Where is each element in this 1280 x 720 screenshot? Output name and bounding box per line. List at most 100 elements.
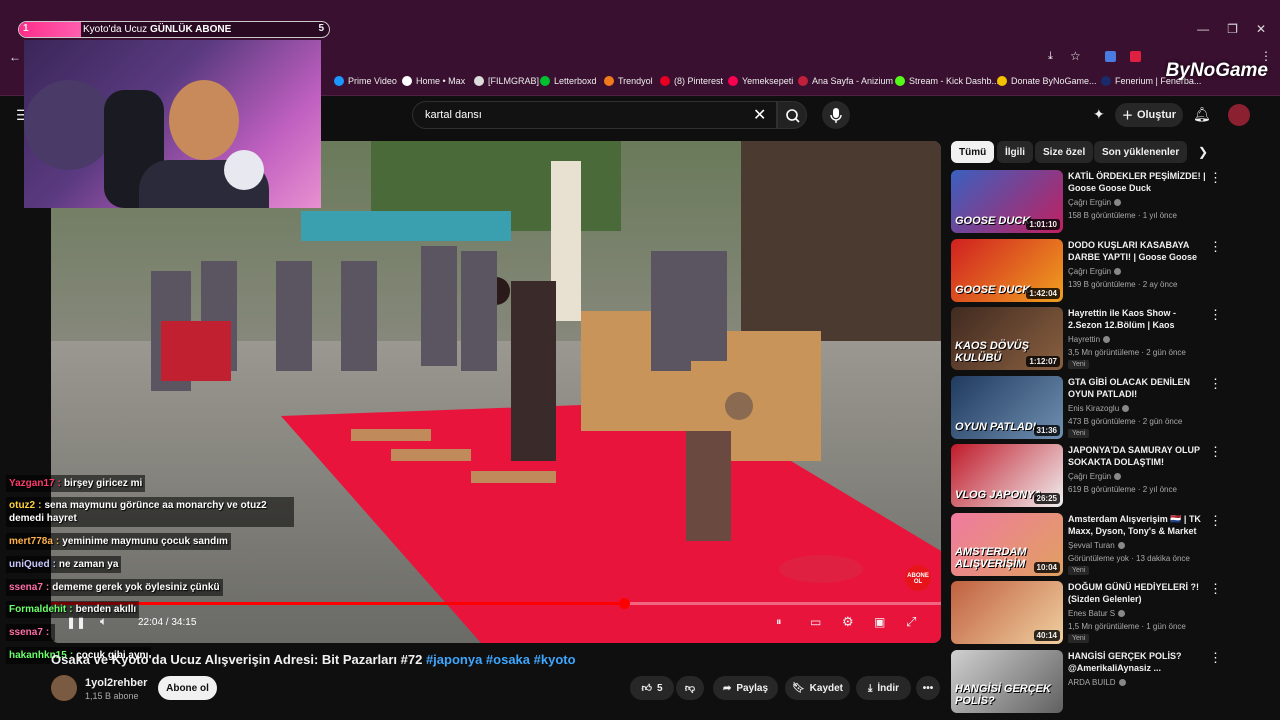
bookmark-item[interactable]: [FILMGRAB] xyxy=(474,76,539,86)
create-button[interactable]: ＋ Oluştur xyxy=(1115,103,1183,127)
bookmark-item[interactable]: Stream - Kick Dashb... xyxy=(895,76,999,86)
video-thumbnail[interactable]: GOOSE DUCK 1:01:10 xyxy=(951,170,1063,233)
like-count: 5 xyxy=(656,682,663,694)
recommendation-title[interactable]: DODO KUŞLARI KASABAYA DARBE YAPTI! | Goo… xyxy=(1068,239,1206,263)
thumbnail-caption: GOOSE DUCK xyxy=(955,283,1031,296)
chip-for-you[interactable]: Size özel xyxy=(1035,141,1094,163)
subscribe-watermark[interactable]: ABONE OL xyxy=(905,565,931,591)
bookmark-icon: 🔖︎ xyxy=(791,682,805,694)
recommendation-channel[interactable]: ARDA BUILD xyxy=(1068,678,1126,687)
back-arrow-icon[interactable]: ← xyxy=(9,50,21,64)
voice-search-button[interactable] xyxy=(822,101,850,129)
recommendation-channel[interactable]: Enis Kirazoglu xyxy=(1068,404,1130,413)
maximize-button[interactable]: ❐ xyxy=(1227,22,1238,38)
subtitles-icon[interactable]: ▭ xyxy=(810,615,821,629)
more-options-icon[interactable]: ⋮ xyxy=(1209,376,1222,392)
recommendation-card[interactable]: 40:14 DOĞUM GÜNÜ HEDİYELERİ ?! (Sizden Ge… xyxy=(951,581,1251,647)
account-avatar[interactable] xyxy=(1228,104,1250,126)
notifications-bell-icon[interactable]: 🔔︎ xyxy=(1193,106,1211,123)
autoplay-toggle-icon[interactable]: ⏸︎ xyxy=(776,616,782,629)
search-button[interactable] xyxy=(777,101,807,129)
recommendation-title[interactable]: GTA GİBİ OLACAK DENİLEN OYUN PATLADI! TÜ… xyxy=(1068,376,1206,400)
recommendation-channel[interactable]: Çağrı Ergün xyxy=(1068,267,1122,276)
save-button[interactable]: 🔖︎ Kaydet xyxy=(785,676,850,700)
chevron-right-icon[interactable]: ❯ xyxy=(1198,145,1208,159)
chat-message: ssena7: xyxy=(6,624,56,641)
bookmark-item[interactable]: Home • Max xyxy=(402,76,465,86)
install-icon[interactable]: ⤓ xyxy=(1048,50,1053,63)
extension-icon[interactable] xyxy=(1130,51,1141,62)
chip-all[interactable]: Tümü xyxy=(951,141,995,163)
bookmark-item[interactable]: Ana Sayfa - Anizium xyxy=(798,76,893,86)
channel-avatar[interactable] xyxy=(51,675,77,701)
recommendation-title[interactable]: HANGİSİ GERÇEK POLİS? @AmerikaliAynasiz … xyxy=(1068,650,1206,674)
recommendation-card[interactable]: HANGİSİ GERÇEK POLİS? HANGİSİ GERÇEK POLİ… xyxy=(951,649,1251,716)
more-options-icon[interactable]: ⋮ xyxy=(1209,650,1222,666)
recommendation-channel[interactable]: Çağrı Ergün xyxy=(1068,198,1122,207)
dislike-button[interactable]: 👎︎ xyxy=(676,676,704,700)
minimize-button[interactable]: — xyxy=(1197,22,1209,38)
recommendation-channel[interactable]: Hayrettin xyxy=(1068,335,1111,344)
chip-recent[interactable]: Son yüklenenler xyxy=(1094,141,1188,163)
recommendation-channel[interactable]: Çağrı Ergün xyxy=(1068,472,1122,481)
recommendation-title[interactable]: JAPONYA'DA SAMURAY OLUP SOKAKTA DOLAŞTIM… xyxy=(1068,444,1206,468)
bookmark-item[interactable]: Donate ByNoGame... xyxy=(997,76,1097,86)
more-options-icon[interactable]: ⋮ xyxy=(1209,239,1222,255)
more-actions-button[interactable]: ••• xyxy=(916,676,940,700)
bookmark-favicon-icon xyxy=(604,76,614,86)
window-controls: — ❐ ✕ xyxy=(1197,22,1280,38)
recommendation-title[interactable]: KATİL ÖRDEKLER PEŞİMİZDE! | Goose Goose … xyxy=(1068,170,1206,194)
fullscreen-icon[interactable]: ⤢ xyxy=(906,614,916,630)
share-label: Paylaş xyxy=(736,682,769,694)
video-thumbnail[interactable]: AMSTERDAM ALIŞVERİŞİM 10:04 xyxy=(951,512,1063,576)
bookmark-favicon-icon xyxy=(540,76,550,86)
bookmark-item[interactable]: Yemeksepeti xyxy=(728,76,793,86)
more-options-icon[interactable]: ⋮ xyxy=(1209,307,1222,323)
search-box[interactable]: kartal dansı ✕ xyxy=(412,101,777,129)
recommendation-card[interactable]: KAOS DÖVÜŞ KULÜBÜ 1:12:07 Hayrettin ile Ka… xyxy=(951,307,1251,373)
more-options-icon[interactable]: ⋮ xyxy=(1209,170,1222,186)
miniplayer-icon[interactable]: ▣ xyxy=(874,615,885,629)
close-window-button[interactable]: ✕ xyxy=(1256,22,1266,38)
bookmark-label: Donate ByNoGame... xyxy=(1011,76,1097,86)
recommendation-channel[interactable]: Şevval Turan xyxy=(1068,541,1125,550)
bookmark-star-icon[interactable]: ☆ xyxy=(1070,49,1081,63)
thumbnail-caption: GOOSE DUCK xyxy=(955,215,1031,227)
clear-search-icon[interactable]: ✕ xyxy=(753,105,766,125)
more-options-icon[interactable]: ⋮ xyxy=(1209,513,1222,529)
bookmark-item[interactable]: Letterboxd xyxy=(540,76,597,86)
like-button[interactable]: 👍︎ 5 xyxy=(630,676,674,700)
bookmark-item[interactable]: Trendyol xyxy=(604,76,653,86)
video-thumbnail[interactable]: OYUN PATLADI 31:36 xyxy=(951,375,1063,439)
premium-star-icon[interactable]: ✦ xyxy=(1093,106,1105,123)
chip-related[interactable]: İlgili xyxy=(997,141,1033,163)
video-thumbnail[interactable]: HANGİSİ GERÇEK POLİS? xyxy=(951,649,1063,713)
settings-gear-icon[interactable]: ⚙︎ xyxy=(842,614,854,630)
bookmark-label: Prime Video xyxy=(348,76,397,86)
bookmark-item[interactable]: (8) Pinterest xyxy=(660,76,723,86)
recommendation-card[interactable]: AMSTERDAM ALIŞVERİŞİM 10:04 Amsterdam Alış… xyxy=(951,512,1251,579)
video-thumbnail[interactable]: VLOG JAPONYA 26:25 xyxy=(951,444,1063,507)
translate-icon[interactable] xyxy=(1105,51,1116,62)
recommendation-card[interactable]: OYUN PATLADI 31:36 GTA GİBİ OLACAK DENİLEN… xyxy=(951,375,1251,442)
bookmark-item[interactable]: Prime Video xyxy=(334,76,397,86)
channel-name[interactable]: 1yol2rehber xyxy=(85,677,147,689)
recommendation-title[interactable]: Hayrettin ile Kaos Show - 2.Sezon 12.Böl… xyxy=(1068,307,1206,331)
recommendation-card[interactable]: GOOSE DUCK 1:01:10 KATİL ÖRDEKLER PEŞİMİZD… xyxy=(951,170,1251,236)
subscribe-button[interactable]: Abone ol xyxy=(158,676,217,700)
recommendation-card[interactable]: GOOSE DUCK 1:42:04 DODO KUŞLARI KASABAYA D… xyxy=(951,238,1251,305)
recommendation-title[interactable]: DOĞUM GÜNÜ HEDİYELERİ ?! (Sizden Gelenle… xyxy=(1068,581,1206,605)
share-button[interactable]: ➦ Paylaş xyxy=(713,676,778,700)
recommendation-title[interactable]: Amsterdam Alışverişim 🇳🇱 | TK Maxx, Dyso… xyxy=(1068,513,1206,537)
thumbnail-caption: OYUN PATLADI xyxy=(955,420,1036,433)
cat-mug xyxy=(224,150,264,190)
more-options-icon[interactable]: ⋮ xyxy=(1209,444,1222,460)
video-thumbnail[interactable]: KAOS DÖVÜŞ KULÜBÜ 1:12:07 xyxy=(951,307,1063,370)
search-input[interactable]: kartal dansı xyxy=(425,109,482,121)
video-thumbnail[interactable]: GOOSE DUCK 1:42:04 xyxy=(951,238,1063,302)
more-options-icon[interactable]: ⋮ xyxy=(1209,581,1222,597)
download-button[interactable]: ⤓ İndir xyxy=(856,676,911,700)
recommendation-channel[interactable]: Enes Batur S xyxy=(1068,609,1126,618)
recommendation-card[interactable]: VLOG JAPONYA 26:25 JAPONYA'DA SAMURAY OLUP… xyxy=(951,444,1251,510)
video-thumbnail[interactable]: 40:14 xyxy=(951,581,1063,644)
